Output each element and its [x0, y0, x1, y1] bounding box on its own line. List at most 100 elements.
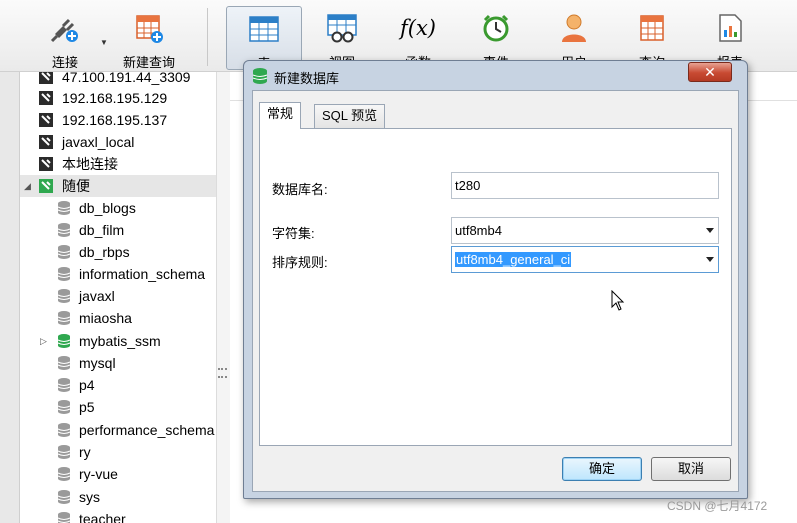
connection-label: 192.168.195.129: [62, 90, 168, 106]
database-label: teacher: [79, 511, 126, 523]
database-item[interactable]: performance_schema: [20, 419, 216, 441]
charset-select[interactable]: utf8mb4: [451, 217, 719, 244]
close-button[interactable]: ✕: [688, 62, 732, 82]
connection-item[interactable]: 192.168.195.137: [20, 109, 216, 131]
new-query-button[interactable]: 新建查询: [114, 6, 184, 70]
chevron-down-icon: [706, 228, 714, 233]
dialog-title: 新建数据库: [274, 71, 340, 86]
watermark: CSDN @七月4172: [667, 499, 768, 513]
database-item[interactable]: sys: [20, 486, 216, 508]
chevron-down-icon: [706, 257, 714, 262]
user-icon: [562, 14, 586, 42]
database-icon: [57, 245, 71, 259]
database-label: p5: [79, 399, 95, 415]
database-item[interactable]: db_blogs: [20, 197, 216, 219]
report-icon: [719, 14, 742, 42]
tab-general[interactable]: 常规: [259, 102, 302, 129]
connection-label: 192.168.195.137: [62, 112, 168, 128]
database-label: mysql: [79, 355, 116, 371]
database-label: information_schema: [79, 266, 206, 282]
database-icon: [57, 311, 71, 325]
database-label: db_film: [79, 222, 125, 238]
database-icon: [57, 400, 71, 414]
splitter-grip-icon[interactable]: [218, 368, 227, 378]
chevron-down-icon[interactable]: ▼: [100, 38, 108, 47]
db-name-input[interactable]: t280: [451, 172, 719, 199]
database-item[interactable]: teacher: [20, 508, 216, 523]
database-item[interactable]: miaosha: [20, 307, 216, 329]
database-icon: [57, 467, 71, 481]
database-item[interactable]: mysql: [20, 352, 216, 374]
plug-icon: [50, 18, 78, 43]
database-icon: [57, 356, 71, 370]
new-query-icon: [136, 15, 163, 43]
collation-select[interactable]: utf8mb4_general_ci: [451, 246, 719, 273]
mouse-cursor-icon: [611, 290, 625, 311]
database-label: performance_schema: [79, 422, 215, 438]
tab-panel-general: 数据库名: t280 字符集: utf8mb4 排序规则: utf8mb4_ge…: [259, 128, 732, 446]
dialog-body: 常规 SQL 预览 数据库名: t280 字符集: utf8mb4 排序规则: …: [252, 90, 739, 492]
database-label: miaosha: [79, 310, 132, 326]
database-icon: [57, 267, 71, 281]
connection-icon: [39, 135, 53, 149]
connection-label: 随便: [62, 178, 90, 194]
splitter[interactable]: [216, 72, 230, 523]
collation-label: 排序规则:: [272, 255, 328, 270]
database-item[interactable]: p4: [20, 374, 216, 396]
tab-sql-preview[interactable]: SQL 预览: [314, 104, 386, 128]
connection-item[interactable]: 47.100.191.44_3309: [20, 72, 216, 88]
cancel-button[interactable]: 取消: [651, 457, 731, 481]
database-icon: [57, 289, 71, 303]
connection-icon: [39, 72, 53, 84]
database-label: db_rbps: [79, 244, 130, 260]
collapse-icon[interactable]: ◢: [24, 175, 31, 197]
database-item[interactable]: javaxl: [20, 285, 216, 307]
database-icon: [57, 512, 71, 523]
database-item[interactable]: p5: [20, 396, 216, 418]
database-item[interactable]: db_film: [20, 219, 216, 241]
connection-label: 47.100.191.44_3309: [62, 72, 191, 85]
connection-item[interactable]: javaxl_local: [20, 131, 216, 153]
database-label: mybatis_ssm: [79, 333, 161, 349]
database-item[interactable]: ry-vue: [20, 463, 216, 485]
connection-tree: 47.100.191.44_3309 192.168.195.129 192.1…: [20, 72, 216, 523]
database-icon: [57, 445, 71, 459]
connect-button[interactable]: 连接: [32, 6, 98, 70]
database-icon: [57, 423, 71, 437]
database-label: db_blogs: [79, 200, 136, 216]
connection-item[interactable]: 本地连接: [20, 153, 216, 175]
function-icon: f(x): [399, 16, 436, 40]
connection-label: javaxl_local: [62, 134, 135, 150]
database-label: sys: [79, 489, 100, 505]
database-item[interactable]: information_schema: [20, 263, 216, 285]
database-item[interactable]: db_rbps: [20, 241, 216, 263]
toolbar-label: 新建查询: [122, 55, 175, 70]
table-icon: [249, 16, 279, 42]
db-name-label: 数据库名:: [272, 182, 328, 197]
connection-icon: [39, 91, 53, 105]
connection-open-icon: [39, 179, 53, 193]
database-open-icon: [57, 334, 71, 348]
new-database-dialog: 新建数据库 ✕ 常规 SQL 预览 数据库名: t280 字符集: utf8mb…: [243, 60, 748, 499]
query-icon: [640, 15, 664, 41]
collation-value: utf8mb4_general_ci: [455, 252, 572, 267]
connection-icon: [39, 113, 53, 127]
connection-item[interactable]: 192.168.195.129: [20, 87, 216, 109]
ok-button[interactable]: 确定: [562, 457, 642, 481]
database-icon: [57, 378, 71, 392]
connection-item-selected[interactable]: ◢ 随便: [20, 175, 216, 197]
database-item[interactable]: ry: [20, 441, 216, 463]
expand-icon[interactable]: ▷: [40, 330, 47, 352]
database-label: ry-vue: [79, 466, 118, 482]
connection-icon: [39, 157, 53, 171]
connection-label: 本地连接: [62, 156, 118, 172]
database-icon: [57, 223, 71, 237]
charset-label: 字符集:: [272, 226, 315, 241]
database-icon: [57, 490, 71, 504]
alarm-clock-icon: [483, 14, 509, 42]
database-icon: [252, 68, 268, 84]
charset-value: utf8mb4: [455, 223, 502, 238]
database-item-open[interactable]: ▷ mybatis_ssm: [20, 330, 216, 352]
database-label: ry: [79, 444, 91, 460]
toolbar-label: 连接: [51, 55, 78, 70]
